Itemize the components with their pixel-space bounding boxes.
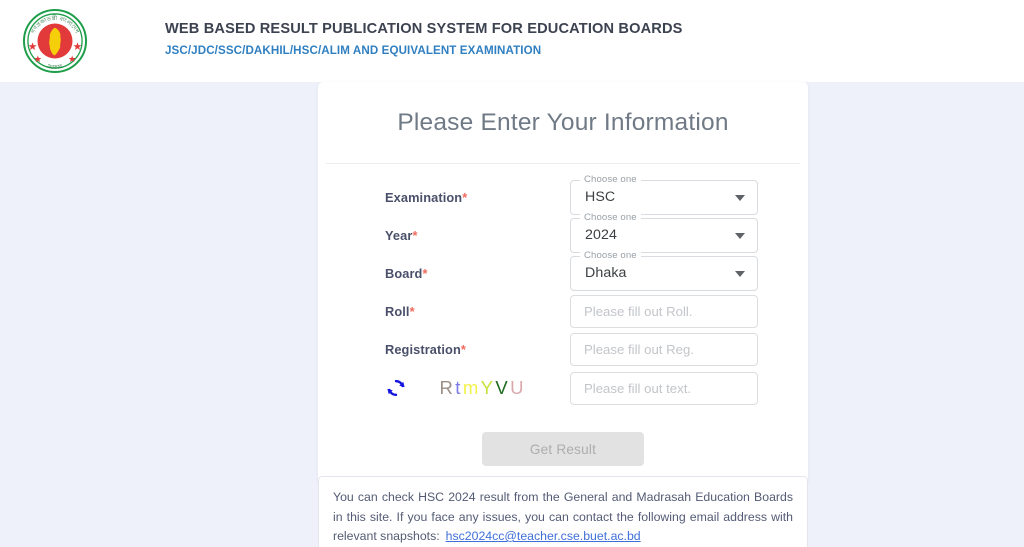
form-row-roll: Roll* — [318, 292, 808, 330]
label-year: Year* — [318, 228, 570, 243]
header-text-block: WEB BASED RESULT PUBLICATION SYSTEM FOR … — [165, 20, 683, 59]
control-board: Choose one Dhaka — [570, 249, 758, 291]
required-mark: * — [409, 303, 415, 319]
information-form-card: Please Enter Your Information Examinatio… — [318, 82, 808, 484]
captcha-char-0: R — [439, 377, 455, 398]
required-mark: * — [412, 227, 418, 243]
select-year-floating-label: Choose one — [580, 211, 641, 224]
chevron-down-icon — [735, 271, 745, 277]
form-row-captcha: RtmYVU — [318, 368, 808, 408]
captcha-challenge: RtmYVU — [318, 377, 570, 399]
control-year: Choose one 2024 — [570, 211, 758, 253]
select-board-floating-label: Choose one — [580, 249, 641, 262]
control-examination: Choose one HSC — [570, 173, 758, 215]
label-examination-text: Examination — [385, 189, 463, 205]
form-row-examination: Examination* Choose one HSC — [318, 173, 808, 216]
label-examination: Examination* — [318, 190, 570, 205]
required-mark: * — [462, 189, 468, 205]
chevron-down-icon — [735, 195, 745, 201]
roll-input[interactable] — [570, 294, 758, 328]
control-roll — [570, 294, 758, 328]
entry-form: Examination* Choose one HSC Year* Choose… — [318, 164, 808, 466]
submit-row: Get Result — [318, 408, 808, 466]
govt-seal-logo: গণপ্রজাতন্ত্রী বাংলাদেশ সরকার — [13, 7, 97, 75]
form-row-registration: Registration* — [318, 330, 808, 368]
label-year-text: Year — [385, 227, 413, 243]
control-registration — [570, 332, 758, 366]
label-registration-text: Registration — [385, 341, 461, 357]
card-heading: Please Enter Your Information — [397, 109, 729, 136]
info-note-panel: You can check HSC 2024 result from the G… — [318, 476, 808, 547]
select-examination-floating-label: Choose one — [580, 173, 641, 186]
select-year-value: 2024 — [585, 227, 617, 243]
registration-input[interactable] — [570, 332, 758, 366]
captcha-char-2: m — [462, 377, 480, 398]
captcha-char-4: V — [495, 377, 510, 398]
label-roll: Roll* — [318, 304, 570, 319]
label-registration: Registration* — [318, 342, 570, 357]
captcha-input[interactable] — [570, 371, 758, 405]
get-result-button[interactable]: Get Result — [482, 432, 644, 466]
site-header: গণপ্রজাতন্ত্রী বাংলাদেশ সরকার WEB BASED … — [0, 0, 1024, 82]
control-captcha — [570, 371, 758, 405]
label-board-text: Board — [385, 265, 423, 281]
required-mark: * — [422, 265, 428, 281]
captcha-char-5: U — [510, 377, 525, 398]
select-examination-value: HSC — [585, 189, 616, 205]
form-row-year: Year* Choose one 2024 — [318, 211, 808, 254]
site-title: WEB BASED RESULT PUBLICATION SYSTEM FOR … — [165, 21, 683, 37]
captcha-char-3: Y — [480, 377, 495, 398]
refresh-icon[interactable] — [385, 377, 407, 399]
select-year[interactable]: Choose one 2024 — [570, 211, 758, 253]
bangladesh-govt-seal-icon: গণপ্রজাতন্ত্রী বাংলাদেশ সরকার — [22, 8, 88, 74]
label-roll-text: Roll — [385, 303, 410, 319]
page-root: গণপ্রজাতন্ত্রী বাংলাদেশ সরকার WEB BASED … — [0, 0, 1024, 547]
captcha-text: RtmYVU — [439, 377, 525, 399]
form-row-board: Board* Choose one Dhaka — [318, 249, 808, 292]
label-board: Board* — [318, 266, 570, 281]
chevron-down-icon — [735, 233, 745, 239]
required-mark: * — [460, 341, 466, 357]
support-email-link[interactable]: hsc2024cc@teacher.cse.buet.ac.bd — [440, 529, 641, 543]
select-board-value: Dhaka — [585, 265, 627, 281]
select-board[interactable]: Choose one Dhaka — [570, 249, 758, 291]
site-subtitle: JSC/JDC/SSC/DAKHIL/HSC/ALIM AND EQUIVALE… — [165, 44, 542, 57]
select-examination[interactable]: Choose one HSC — [570, 173, 758, 215]
